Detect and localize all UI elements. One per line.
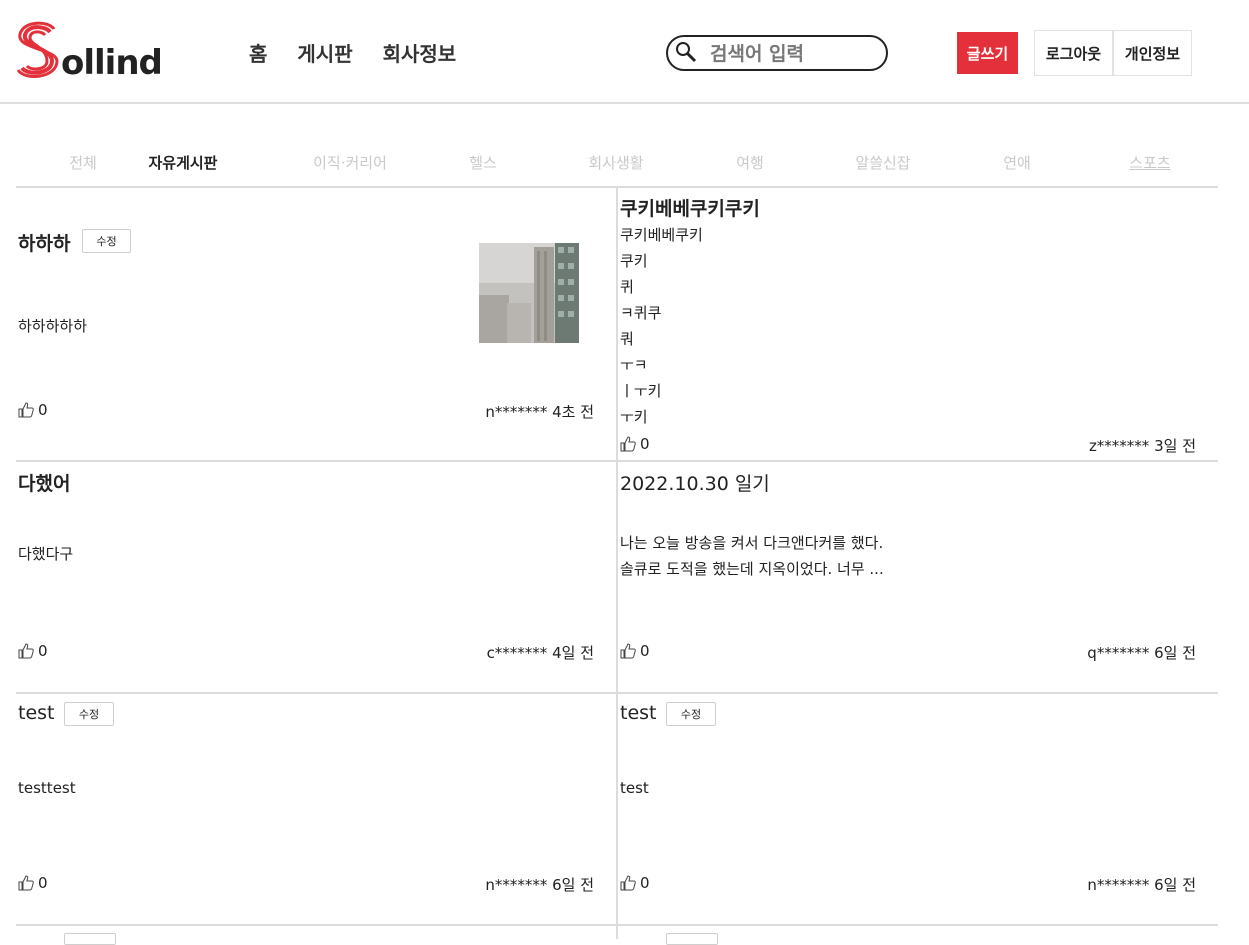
thumbs-up-icon bbox=[620, 643, 636, 659]
like-number: 0 bbox=[38, 874, 48, 892]
post-body: 하하하하하 bbox=[18, 317, 88, 335]
category-tabs: 전체 자유게시판 이직·커리어 헬스 회사생활 여행 알쓸신잡 연애 스포츠 bbox=[16, 152, 1218, 176]
search-box bbox=[666, 35, 888, 71]
thumbs-up-icon bbox=[620, 875, 636, 891]
post-meta: q******* 6일 전 bbox=[1087, 644, 1196, 662]
nav-board[interactable]: 게시판 bbox=[297, 38, 352, 67]
post-body: 다했다구 bbox=[18, 545, 74, 563]
tab-career[interactable]: 이직·커리어 bbox=[283, 152, 417, 173]
post-thumbnail[interactable] bbox=[479, 243, 579, 343]
like-number: 0 bbox=[38, 401, 48, 419]
column-divider bbox=[616, 188, 618, 939]
post-meta: z******* 3일 전 bbox=[1088, 437, 1196, 455]
like-number: 0 bbox=[640, 874, 650, 892]
search-input[interactable] bbox=[708, 42, 882, 66]
post-meta: c******* 4일 전 bbox=[486, 644, 594, 662]
like-count[interactable]: 0 bbox=[620, 874, 650, 892]
thumbs-up-icon bbox=[18, 402, 34, 418]
post-title[interactable]: 2022.10.30 일기 bbox=[620, 469, 770, 496]
post-body-line: 솔큐로 도적을 했는데 지옥이었다. 너무 ... bbox=[620, 560, 884, 578]
logout-button[interactable]: 로그아웃 bbox=[1034, 30, 1113, 76]
post-title[interactable]: 하하하 bbox=[18, 229, 70, 256]
like-count[interactable]: 0 bbox=[18, 874, 48, 892]
like-count[interactable]: 0 bbox=[18, 642, 48, 660]
post-title[interactable]: test bbox=[620, 702, 657, 724]
tab-health[interactable]: 헬스 bbox=[416, 152, 550, 173]
main-nav: 홈 게시판 회사정보 bbox=[249, 38, 486, 67]
post-title[interactable]: 다했어 bbox=[18, 469, 70, 496]
like-count[interactable]: 0 bbox=[620, 435, 650, 453]
row-divider bbox=[16, 692, 1218, 694]
post-body: testtest bbox=[18, 779, 76, 797]
post-body-line: 나는 오늘 방송을 켜서 다크앤다커를 했다. bbox=[620, 534, 884, 552]
post-title[interactable]: 쿠키베베쿠키쿠키 bbox=[620, 194, 760, 221]
thumbs-up-icon bbox=[18, 875, 34, 891]
post-body-line: ㅜㅋ bbox=[620, 356, 648, 374]
nav-company-info[interactable]: 회사정보 bbox=[383, 38, 457, 67]
logo-s-icon bbox=[16, 21, 59, 78]
city-photo-image bbox=[479, 243, 579, 343]
nav-home[interactable]: 홈 bbox=[249, 38, 267, 67]
thumbs-up-icon bbox=[18, 643, 34, 659]
sollind-logo[interactable]: ollind bbox=[16, 16, 163, 83]
tab-company-life[interactable]: 회사생활 bbox=[549, 152, 683, 173]
row-divider bbox=[16, 460, 1218, 462]
row-divider bbox=[16, 924, 1218, 926]
profile-button[interactable]: 개인정보 bbox=[1113, 30, 1192, 76]
tab-dating[interactable]: 연애 bbox=[950, 152, 1084, 173]
post-body-line: ㅋ퀴쿠 bbox=[620, 304, 662, 322]
post-meta: n******* 6일 전 bbox=[485, 876, 594, 894]
write-post-button[interactable]: 글쓰기 bbox=[957, 32, 1018, 74]
post-body: 나는 오늘 방송을 켜서 다크앤다커를 했다. 솔큐로 도적을 했는데 지옥이었… bbox=[620, 530, 884, 582]
post-body-line: ㅣㅜ키 bbox=[620, 382, 662, 400]
post-title[interactable]: test bbox=[18, 702, 55, 724]
like-number: 0 bbox=[38, 642, 48, 660]
thumbs-up-icon bbox=[620, 436, 636, 452]
header: ollind 홈 게시판 회사정보 글쓰기 로그아웃 개인정보 bbox=[0, 0, 1249, 104]
edit-button-partial[interactable] bbox=[666, 933, 718, 945]
post-meta: n******* 4초 전 bbox=[485, 403, 594, 421]
post-body-line: 쿼 bbox=[620, 330, 634, 348]
like-count[interactable]: 0 bbox=[18, 401, 48, 419]
post-meta: n******* 6일 전 bbox=[1087, 876, 1196, 894]
edit-button[interactable]: 수정 bbox=[666, 702, 716, 726]
edit-button-partial[interactable] bbox=[64, 933, 116, 945]
like-number: 0 bbox=[640, 642, 650, 660]
tab-sports[interactable]: 스포츠 bbox=[1083, 152, 1217, 173]
post-body-line: 쿠키베베쿠키 bbox=[620, 226, 703, 244]
post-body: test bbox=[620, 779, 649, 797]
post-body-line: ㅜ키 bbox=[620, 408, 648, 426]
search-icon[interactable] bbox=[675, 41, 697, 63]
tab-travel[interactable]: 여행 bbox=[683, 152, 817, 173]
tab-free-board[interactable]: 자유게시판 bbox=[116, 152, 250, 173]
edit-button[interactable]: 수정 bbox=[64, 702, 114, 726]
like-number: 0 bbox=[640, 435, 650, 453]
post-body: 쿠키베베쿠키 쿠키 퀴 ㅋ퀴쿠 쿼 ㅜㅋ ㅣㅜ키 ㅜ키 bbox=[620, 222, 703, 430]
post-body-line: 퀴 bbox=[620, 278, 634, 296]
like-count[interactable]: 0 bbox=[620, 642, 650, 660]
logo-text: ollind bbox=[61, 43, 163, 83]
edit-button[interactable]: 수정 bbox=[82, 229, 131, 253]
post-body-line: 쿠키 bbox=[620, 252, 648, 270]
tab-trivia[interactable]: 알쓸신잡 bbox=[816, 152, 950, 173]
